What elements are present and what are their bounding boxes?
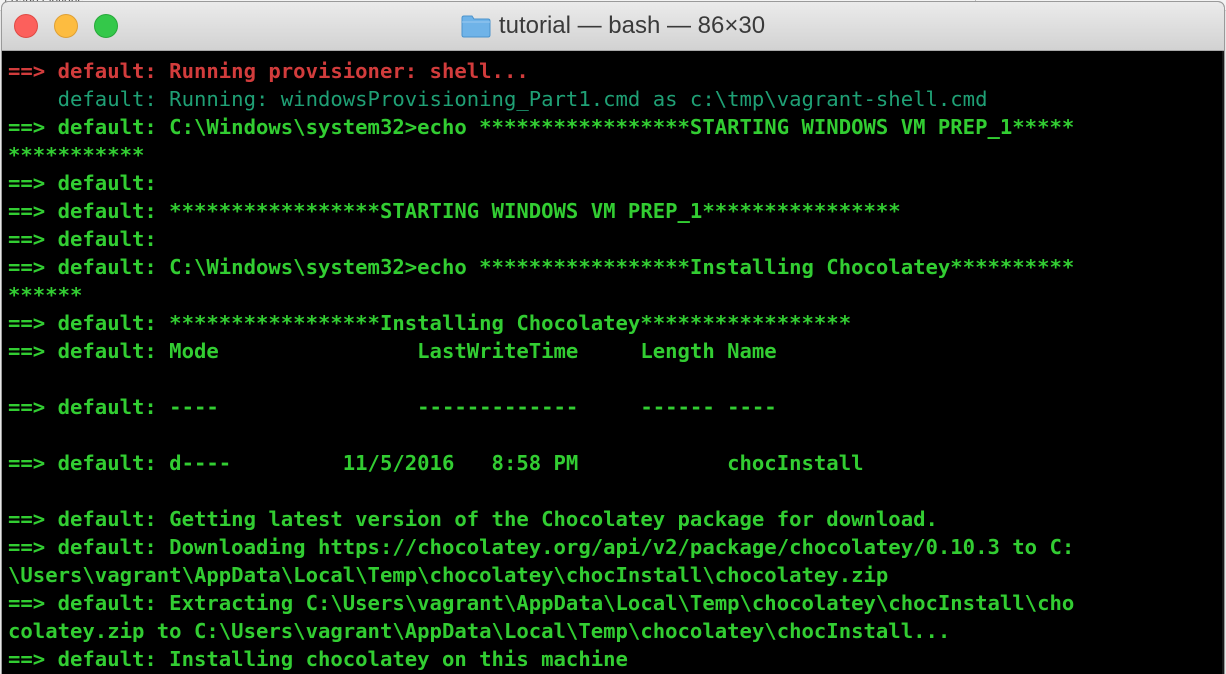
- terminal-line: default: Running: windowsProvisioning_Pa…: [8, 87, 988, 111]
- terminal-line: ******: [8, 283, 83, 307]
- window-title-container: tutorial — bash — 86×30: [2, 2, 1224, 50]
- terminal-line: ==> default: d---- 11/5/2016 8:58 PM cho…: [8, 451, 864, 475]
- folder-icon: [461, 14, 491, 38]
- terminal-line: ==> default: Downloading https://chocola…: [8, 535, 1075, 559]
- terminal-output[interactable]: ==> default: Running provisioner: shell.…: [2, 51, 1224, 674]
- terminal-line: ==> default: Extracting C:\Users\vagrant…: [8, 591, 1075, 615]
- terminal-line: ==> default: *****************Installing…: [8, 311, 852, 335]
- terminal-line: ***********: [8, 143, 145, 167]
- terminal-line: ==> default: Running provisioner: shell.…: [8, 59, 529, 83]
- terminal-line: ==> default: Installing chocolatey on th…: [8, 647, 628, 671]
- terminal-window[interactable]: tutorial — bash — 86×30 ==> default: Run…: [2, 2, 1224, 674]
- terminal-line: ==> default: C:\Windows\system32>echo **…: [8, 255, 1075, 279]
- terminal-line: ==> default: Getting latest version of t…: [8, 507, 938, 531]
- terminal-line: ==> default: *****************STARTING W…: [8, 199, 901, 223]
- scrollbar-track[interactable]: [1222, 51, 1224, 674]
- terminal-line: ==> default: Mode LastWriteTime Length N…: [8, 339, 777, 363]
- terminal-line: ==> default: ---- ------------- ------ -…: [8, 395, 777, 419]
- terminal-line: colatey.zip to C:\Users\vagrant\AppData\…: [8, 619, 951, 643]
- terminal-line: ==> default:: [8, 227, 157, 251]
- title-bar[interactable]: tutorial — bash — 86×30: [2, 2, 1224, 51]
- terminal-line: ==> default:: [8, 171, 157, 195]
- terminal-line: \Users\vagrant\AppData\Local\Temp\chocol…: [8, 563, 889, 587]
- terminal-line: ==> default: C:\Windows\system32>echo **…: [8, 115, 1075, 139]
- window-title: tutorial — bash — 86×30: [498, 12, 766, 39]
